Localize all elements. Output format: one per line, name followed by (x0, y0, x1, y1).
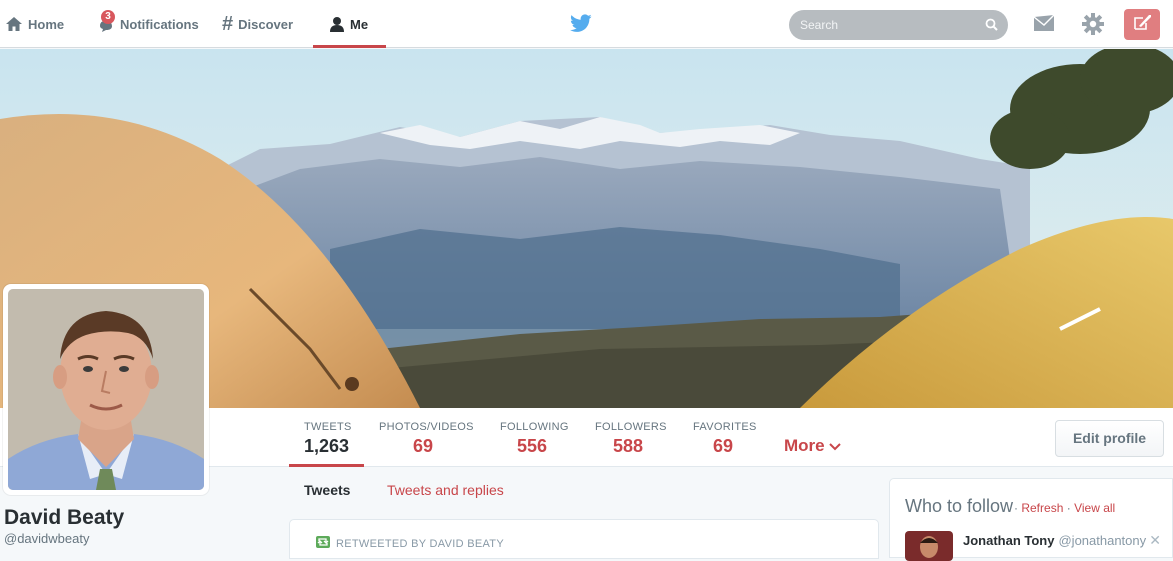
suggested-user-fullname: Jonathan Tony (963, 533, 1055, 548)
search-box (789, 10, 1008, 40)
who-to-follow-links: · Refresh · View all (1014, 501, 1115, 515)
who-to-follow-module: Who to follow · Refresh · View all Jonat… (889, 478, 1173, 561)
chevron-down-icon (828, 436, 841, 456)
search-icon[interactable] (985, 18, 998, 36)
profile-display-name[interactable]: David Beaty (4, 506, 124, 530)
stat-tweets-value: 1,263 (304, 436, 350, 456)
nav-notifications-label: Notifications (120, 16, 199, 32)
nav-home-label: Home (28, 16, 65, 32)
stat-tweets[interactable]: TWEETS 1,263 (289, 408, 364, 467)
tab-tweets[interactable]: Tweets (304, 482, 350, 498)
nav-me[interactable]: Me (313, 0, 386, 48)
nav-discover-label: Discover (238, 16, 294, 32)
search-input[interactable] (789, 10, 979, 40)
discover-hash-icon: # (222, 12, 234, 35)
home-icon (5, 16, 23, 32)
profile-avatar[interactable] (3, 284, 209, 495)
tab-tweets-and-replies[interactable]: Tweets and replies (387, 482, 504, 498)
nav-home[interactable]: Home (5, 0, 64, 48)
close-icon[interactable]: ✕ (1149, 532, 1161, 549)
suggested-user-name[interactable]: Jonathan Tony @jonathantony (963, 533, 1146, 548)
retweet-icon (316, 536, 330, 551)
nav-me-label: Me (350, 16, 369, 32)
envelope-icon[interactable] (1032, 14, 1056, 39)
top-navigation-bar: Home 3 Notifications # Discover Me (0, 0, 1173, 48)
me-person-icon (329, 16, 345, 32)
stat-photos-value: 69 (413, 436, 434, 456)
stat-favorites[interactable]: FAVORITES 69 (693, 408, 757, 467)
suggested-user-avatar[interactable] (905, 531, 953, 561)
tweet-card[interactable]: RETWEETED BY DAVID BEATY (289, 519, 879, 559)
separator-dot: · (1066, 501, 1071, 515)
stat-followers[interactable]: FOLLOWERS 588 (595, 408, 666, 467)
retweet-context-label: RETWEETED BY DAVID BEATY (336, 537, 504, 550)
nav-notifications[interactable]: 3 Notifications (95, 0, 199, 48)
suggested-user: Jonathan Tony @jonathantony ✕ (905, 531, 1167, 561)
edit-profile-button[interactable]: Edit profile (1055, 420, 1164, 457)
separator-dot: · (1014, 501, 1018, 515)
who-to-follow-title: Who to follow (905, 496, 1014, 516)
compose-icon (1132, 12, 1152, 37)
retweet-context: RETWEETED BY DAVID BEATY (316, 536, 504, 551)
stat-followers-value: 588 (613, 436, 644, 456)
refresh-link[interactable]: Refresh (1021, 501, 1063, 515)
notifications-count-badge: 3 (101, 10, 115, 24)
stat-favorites-label: FAVORITES (693, 421, 757, 433)
compose-tweet-button[interactable] (1124, 9, 1160, 40)
timeline-tabs: Tweets Tweets and replies (289, 468, 879, 510)
stat-photos-videos[interactable]: PHOTOS/VIDEOS 69 (379, 408, 474, 467)
gear-icon[interactable] (1081, 12, 1105, 41)
more-label: More (784, 436, 825, 455)
stat-tweets-label: TWEETS (304, 421, 352, 433)
stat-photos-label: PHOTOS/VIDEOS (379, 421, 474, 433)
stat-followers-label: FOLLOWERS (595, 421, 667, 433)
stat-following-label: FOLLOWING (500, 421, 569, 433)
stat-following[interactable]: FOLLOWING 556 (500, 408, 569, 467)
stat-following-value: 556 (517, 436, 548, 456)
suggested-user-handle: @jonathantony (1058, 533, 1147, 548)
view-all-link[interactable]: View all (1074, 501, 1115, 515)
more-dropdown[interactable]: More (784, 436, 841, 456)
stat-favorites-value: 69 (713, 436, 734, 456)
profile-handle: @davidwbeaty (4, 531, 90, 546)
nav-discover[interactable]: # Discover (222, 0, 293, 48)
twitter-bird-icon[interactable] (570, 14, 592, 38)
